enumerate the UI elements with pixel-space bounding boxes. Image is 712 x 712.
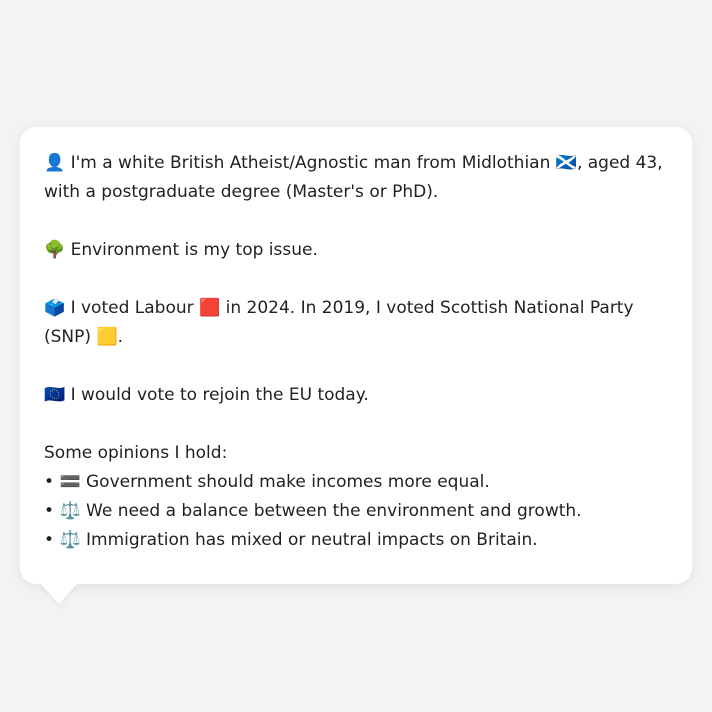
person-icon: 👤: [44, 153, 66, 173]
eu-paragraph: 🇪🇺 I would vote to rejoin the EU today.: [44, 381, 668, 410]
tree-icon: 🌳: [44, 240, 66, 260]
yellow-square-icon: 🟨: [96, 327, 118, 347]
opinions-paragraph: Some opinions I hold: • 🟰 Government sho…: [44, 439, 668, 555]
eu-text: I would vote to rejoin the EU today.: [65, 385, 369, 405]
top-issue-paragraph: 🌳 Environment is my top issue.: [44, 236, 668, 265]
eu-flag-icon: 🇪🇺: [44, 385, 66, 405]
opinion-text: Government should make incomes more equa…: [80, 472, 490, 492]
opinion-text: Immigration has mixed or neutral impacts…: [80, 530, 538, 550]
identity-text-part-1: I'm a white British Atheist/Agnostic man…: [65, 153, 556, 173]
top-issue-text: Environment is my top issue.: [65, 240, 318, 260]
bullet: •: [44, 472, 60, 492]
red-square-icon: 🟥: [199, 298, 221, 318]
opinion-item: • ⚖️ Immigration has mixed or neutral im…: [44, 526, 668, 555]
voting-text-part-3: .: [117, 327, 124, 347]
equals-icon: 🟰: [59, 472, 81, 492]
scales-icon: ⚖️: [59, 501, 81, 521]
scotland-flag-icon: 🏴󠁧󠁢󠁳󠁣󠁴󠁿: [555, 153, 577, 173]
bubble-tail: [40, 583, 78, 604]
opinion-item: • 🟰 Government should make incomes more …: [44, 468, 668, 497]
opinions-heading: Some opinions I hold:: [44, 443, 228, 463]
bullet: •: [44, 501, 60, 521]
ballot-box-icon: 🗳️: [44, 298, 66, 318]
voting-paragraph: 🗳️ I voted Labour 🟥 in 2024. In 2019, I …: [44, 294, 668, 352]
identity-paragraph: 👤 I'm a white British Atheist/Agnostic m…: [44, 149, 668, 207]
opinion-text: We need a balance between the environmen…: [80, 501, 582, 521]
bullet: •: [44, 530, 60, 550]
message-bubble: 👤 I'm a white British Atheist/Agnostic m…: [20, 127, 692, 584]
page: 👤 I'm a white British Atheist/Agnostic m…: [0, 0, 712, 712]
scales-icon: ⚖️: [59, 530, 81, 550]
voting-text-part-1: I voted Labour: [65, 298, 200, 318]
opinion-item: • ⚖️ We need a balance between the envir…: [44, 497, 668, 526]
